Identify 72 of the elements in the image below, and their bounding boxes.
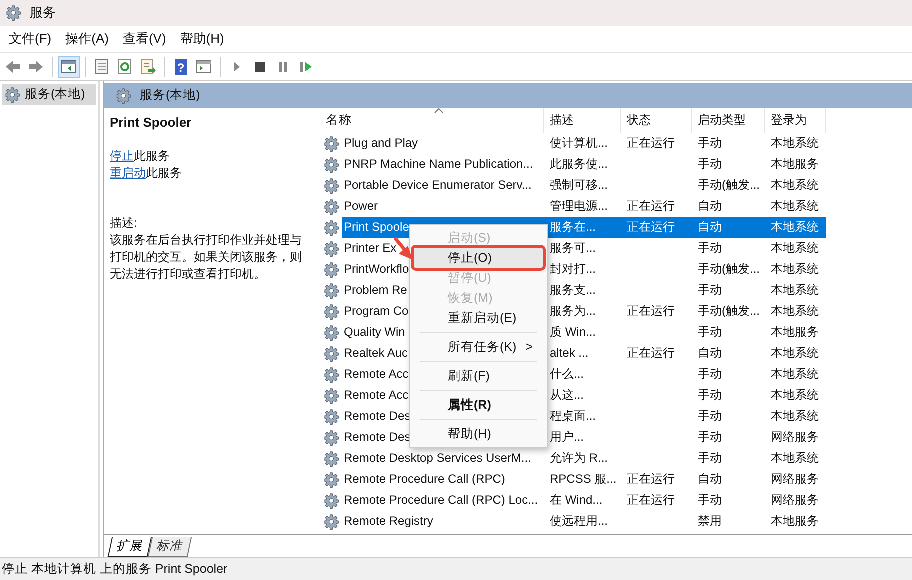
table-cell-text: 手动(触发...: [697, 261, 761, 278]
table-cell-text: 在 Wind...: [549, 492, 604, 509]
table-cell-text: 本地系统: [770, 303, 820, 320]
table-cell-text: 服务为...: [549, 303, 598, 320]
table-cell-text: 本地服务: [770, 513, 820, 530]
table-cell-text: 手动: [697, 450, 723, 467]
table-cell-text: RPCSS 服...: [549, 471, 618, 488]
action-text: 此服务: [134, 149, 170, 163]
table-cell-text: 强制可移...: [549, 177, 610, 194]
table-cell-text: 正在运行: [626, 135, 676, 152]
service-title: Print Spooler: [110, 114, 193, 131]
table-cell-text: 自动: [697, 345, 723, 362]
window-title: 服务: [30, 4, 56, 22]
table-cell-text: 本地服务: [770, 324, 820, 341]
table-cell-text: 封对打...: [549, 261, 598, 278]
table-cell-text: 手动: [697, 156, 723, 173]
table-cell-text: 本地系统: [770, 240, 820, 257]
table-cell-text: 正在运行: [626, 471, 676, 488]
table-cell-text: 从这...: [549, 387, 586, 404]
status-bar: 停止 本地计算机 上的服务 Print Spooler: [0, 557, 912, 580]
table-cell-text: 手动: [697, 324, 723, 341]
table-cell-text: 此服务使...: [549, 156, 610, 173]
table-cell-text: 手动: [697, 135, 723, 152]
table-cell-text: 网络服务: [770, 492, 820, 509]
table-cell-text: 禁用: [697, 513, 723, 530]
table-cell-text: 本地系统: [770, 282, 820, 299]
description-label: 描述:: [110, 215, 138, 232]
pane-title: 服务(本地): [140, 87, 200, 104]
table-cell: 服务在...: [544, 217, 621, 238]
table-cell-text: 网络服务: [770, 429, 820, 446]
table-cell-text: 手动: [697, 240, 723, 257]
table-cell-text: 本地系统: [770, 387, 820, 404]
table-cell-text: 手动: [697, 387, 723, 404]
table-cell-text: 自动: [697, 198, 723, 215]
table-cell-text: 自动: [697, 471, 723, 488]
table-cell-text: 手动: [697, 429, 723, 446]
table-cell-text: 本地系统: [770, 135, 820, 152]
table-cell-text: 手动: [697, 282, 723, 299]
table-cell-text: 程桌面...: [549, 408, 598, 425]
table-cell-text: 正在运行: [626, 303, 676, 320]
table-cell-text: 质 Win...: [549, 324, 598, 341]
table-cell-text: 手动: [697, 492, 723, 509]
table-cell-text: 使计算机...: [549, 135, 610, 152]
table-cell-text: 本地系统: [770, 177, 820, 194]
table-cell-text: 本地系统: [770, 450, 820, 467]
table-cell-text: 手动(触发...: [697, 303, 761, 320]
table-cell-text: 什么...: [549, 366, 586, 383]
table-cell-text: 服务支...: [549, 282, 598, 299]
table-cell-text: 允许为 R...: [549, 450, 610, 467]
description-text: 该服务在后台执行打印作业并处理与打印机的交互。如果关闭该服务，则无法进行打印或查看打印机。: [110, 232, 303, 283]
table-cell-text: 手动: [697, 366, 723, 383]
table-cell-text: 用户...: [549, 429, 586, 446]
action-text: 此服务: [146, 166, 182, 180]
table-cell-text: 本地系统: [770, 366, 820, 383]
table-cell-text: 正在运行: [626, 492, 676, 509]
table-cell: 正在运行: [621, 217, 692, 238]
table-cell-text: 管理电源...: [549, 198, 610, 215]
table-cell-text: 本地系统: [770, 345, 820, 362]
table-cell-text: 本地系统: [770, 261, 820, 278]
table-cell-text: altek ...: [549, 345, 590, 362]
table-cell-text: 手动(触发...: [697, 177, 761, 194]
table-cell-text: 本地服务: [770, 156, 820, 173]
table-cell-text: 正在运行: [626, 198, 676, 215]
table-cell-text: 正在运行: [626, 345, 676, 362]
table-cell-text: 网络服务: [770, 471, 820, 488]
table-cell-text: 使远程用...: [549, 513, 610, 530]
table-cell: 本地系统: [765, 217, 826, 238]
table-cell-text: 服务可...: [549, 240, 598, 257]
table-cell-text: 手动: [697, 408, 723, 425]
table-cell-text: 本地系统: [770, 198, 820, 215]
table-cell: 自动: [692, 217, 765, 238]
table-cell-text: 本地系统: [770, 408, 820, 425]
